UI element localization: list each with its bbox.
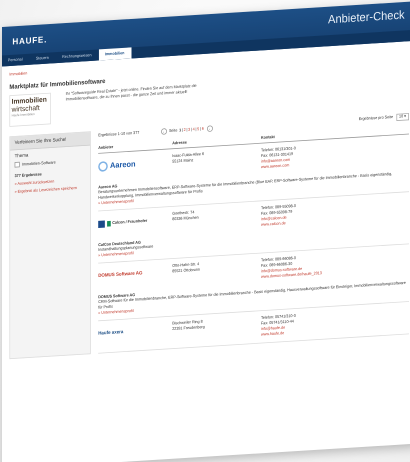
- entry-address: Isaac-Fulda-Allee 6 55124 Mainz: [172, 148, 261, 176]
- domus-logo[interactable]: DOMUS Software AG: [98, 264, 172, 284]
- page-4[interactable]: 4: [193, 127, 195, 132]
- page-5[interactable]: 5: [197, 127, 199, 132]
- haufe-logo[interactable]: HAUFE.: [12, 35, 47, 47]
- calcon-logo[interactable]: Calcon / Fraunhofer: [98, 212, 172, 232]
- entry-contact: Telefon: 06131/301-0 Fax: 06131-301419 i…: [261, 139, 409, 170]
- per-page-value: 10: [399, 113, 404, 119]
- checkbox[interactable]: [14, 161, 20, 168]
- page-1[interactable]: 1: [179, 128, 181, 133]
- entry-address: Goethestr. 74 80336 München: [172, 206, 261, 234]
- entry-address: Bischweiler Ring 8 22391 Freudenberg: [172, 316, 261, 344]
- aareon-circle-icon: [98, 160, 108, 172]
- checkbox-label: Immobilien-Software: [21, 159, 56, 167]
- app-title: Anbieter-Check: [328, 8, 405, 27]
- immobilienwirtschaft-logo: Immobilien wirtschaft Haufe Immobilien: [9, 92, 51, 127]
- pagination: ‹ Seite 1 | 2 | 3 | 4 | 5 | 6 ›: [159, 125, 215, 135]
- per-page-select[interactable]: 10 ▾: [396, 112, 409, 121]
- main-content: Immobilien Marktplatz für Immobiliensoft…: [2, 41, 410, 366]
- results-panel: Ergebnisse 1-10 von 377 ‹ Seite 1 | 2 | 3 |…: [98, 112, 409, 354]
- calcon-logo-text: Calcon / Fraunhofer: [112, 218, 148, 226]
- per-page-control: Ergebnisse pro Seite 10 ▾: [358, 112, 409, 123]
- entry-address: Otto-Hahn-Str. 4 85521 Ottobrunn: [172, 258, 261, 286]
- haufe-axera-logo[interactable]: Haufe axera: [98, 321, 172, 341]
- aareon-logo-text: Aareon: [110, 159, 136, 170]
- prev-page-icon[interactable]: ‹: [160, 128, 167, 135]
- fraunhofer-icon: [107, 220, 111, 227]
- domus-logo-text: DOMUS Software AG: [98, 271, 143, 279]
- results-range: Ergebnisse 1-10 von 377: [98, 130, 140, 138]
- calcon-square-icon: [98, 220, 105, 228]
- haufe-axera-logo-text: Haufe axera: [98, 329, 124, 337]
- page-3[interactable]: 3: [188, 127, 190, 132]
- aareon-logo[interactable]: Aareon: [98, 154, 172, 174]
- filter-sidebar: Verfeinern Sie Ihre Suche! Thema Immobil…: [9, 131, 91, 360]
- page-6[interactable]: 6: [202, 127, 204, 132]
- per-page-label: Ergebnisse pro Seite: [358, 114, 394, 122]
- page-label: Seite: [168, 128, 178, 134]
- entry-contact: Telefon: 089-55098-0 Fax: 089-55098-79 i…: [261, 197, 409, 228]
- main-area: Verfeinern Sie Ihre Suche! Thema Immobil…: [9, 112, 409, 360]
- brand-line-3: Haufe Immobilien: [11, 111, 35, 118]
- screenshot-stage: HAUFE. Anbieter-Check Personal Steuern R…: [0, 0, 410, 462]
- page-2[interactable]: 2: [184, 128, 186, 133]
- entry-contact: Telefon: 05741/310-0 Fax: 05741/3110-44 …: [261, 307, 409, 338]
- browser-page: HAUFE. Anbieter-Check Personal Steuern R…: [2, 1, 410, 462]
- entry-contact: Telefon: 089-66086-0 Fax: 089-66086-30 i…: [261, 249, 409, 280]
- next-page-icon[interactable]: ›: [206, 125, 213, 132]
